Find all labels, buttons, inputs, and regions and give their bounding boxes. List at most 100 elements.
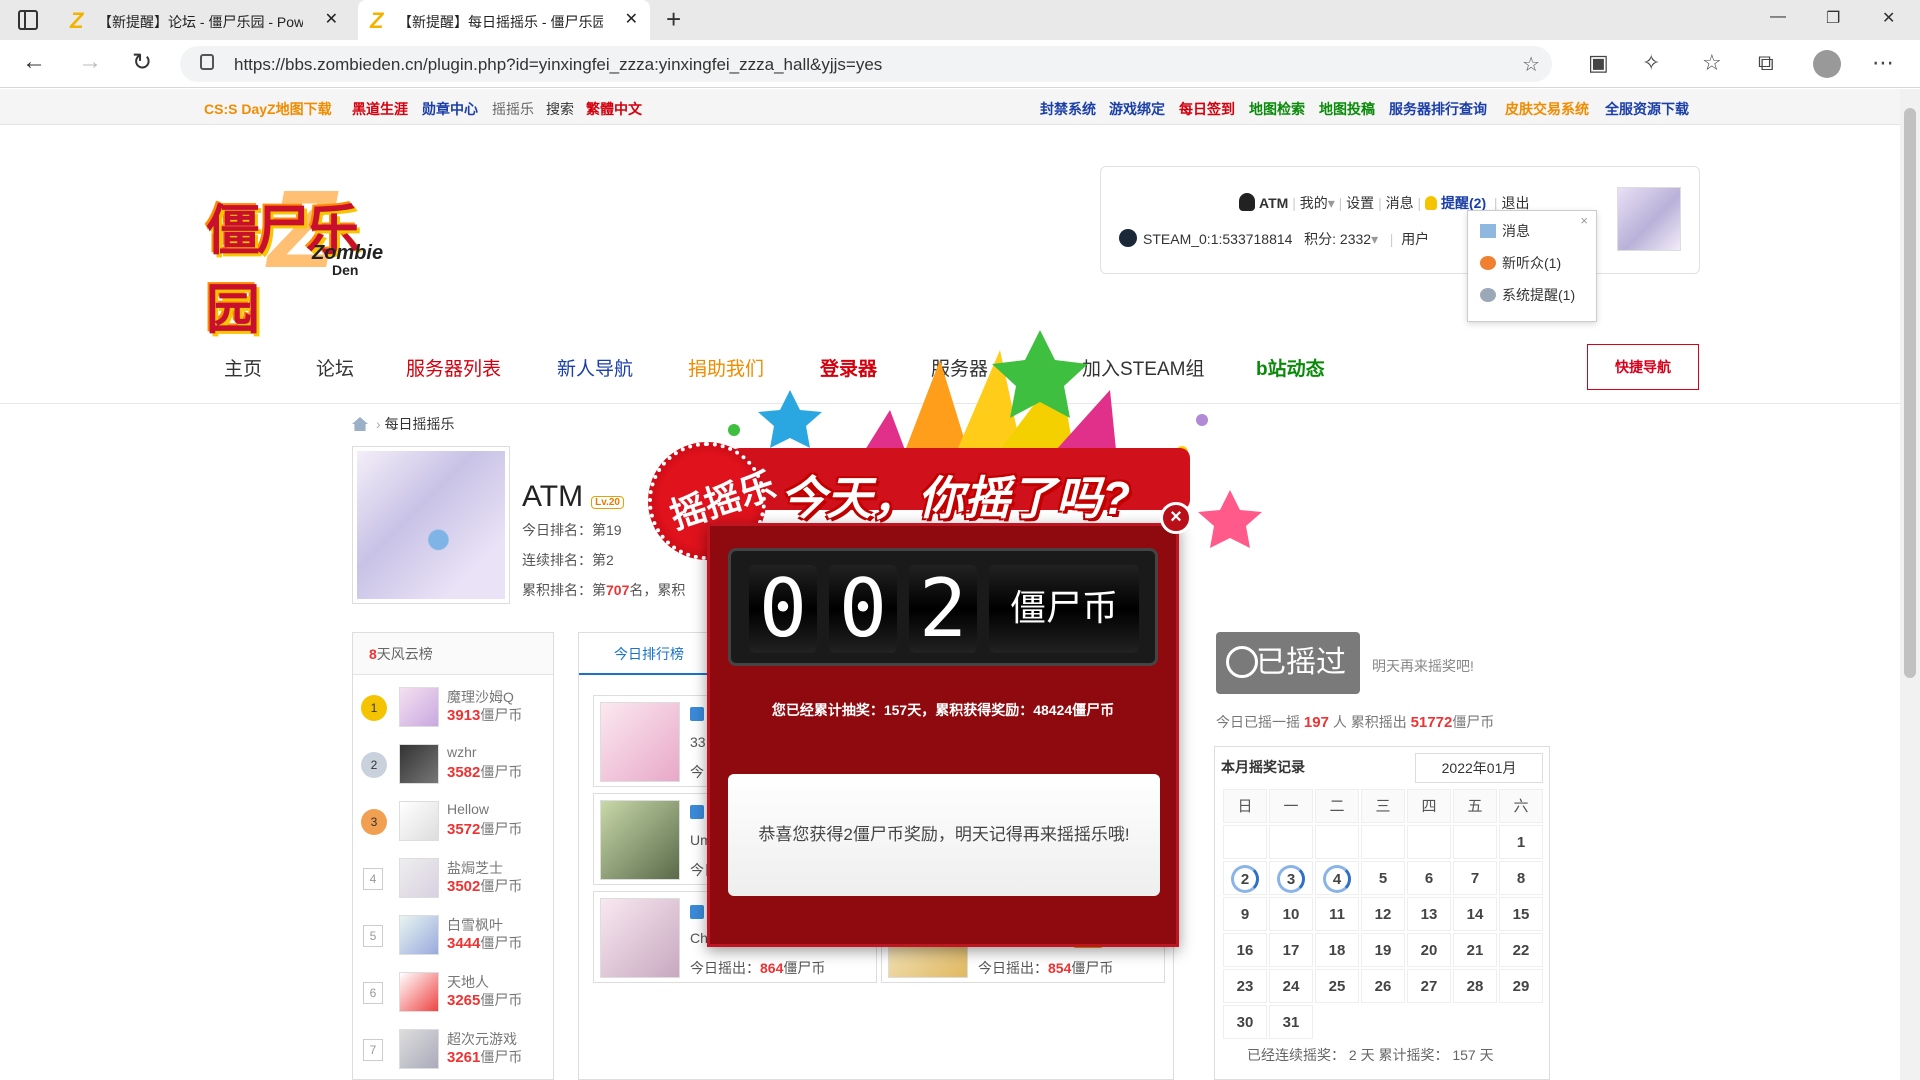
dropdown-close-icon[interactable]: × [1580,213,1588,228]
card-thumbnail[interactable] [600,800,680,880]
reminders-link[interactable]: 提醒(2) [1441,195,1486,211]
nav-home[interactable]: 主页 [224,354,262,381]
ranking-name[interactable]: 天地人 [447,972,489,992]
nav-server[interactable]: 服务器 [931,354,988,381]
new-tab-icon[interactable]: + [666,4,681,35]
home-icon[interactable] [352,417,368,431]
top-link-shake[interactable]: 摇摇乐 [492,99,534,119]
user-avatar[interactable] [1617,187,1681,251]
back-icon[interactable]: ← [22,48,46,76]
minimize-icon[interactable]: — [1770,8,1786,26]
card-name[interactable]: 33 [690,734,706,750]
more-menu-icon[interactable]: ⋯ [1872,50,1894,76]
top-link-ban[interactable]: 封禁系统 [1040,99,1096,119]
nav-server-list[interactable]: 服务器列表 [406,354,501,381]
tab-collections-icon[interactable]: ⧉ [1758,50,1774,76]
ranking-name[interactable]: 盐焗芝士 [447,858,503,878]
page-scrollbar-thumb[interactable] [1904,108,1916,678]
calendar-weekday: 六 [1499,789,1543,823]
ranking-name[interactable]: 超次元游戏 [447,1029,517,1049]
nav-steam-group[interactable]: 加入STEAM组 [1082,354,1204,381]
top-link-bind[interactable]: 游戏绑定 [1109,99,1165,119]
ranking-row[interactable]: 6 天地人 3265僵尸币 [353,966,553,1022]
card-rank [690,706,708,722]
nav-donate[interactable]: 捐助我们 [688,354,764,381]
favorites-icon[interactable]: ☆ [1702,50,1722,76]
top-link-resources[interactable]: 全服资源下载 [1605,99,1689,119]
card-thumbnail[interactable] [600,898,680,978]
calendar-day: 6 [1407,861,1451,895]
tab-actions-icon[interactable] [18,10,38,30]
extensions-icon[interactable]: ✧ [1642,50,1660,76]
logout-link[interactable]: 退出 [1501,195,1529,211]
ranking-row[interactable]: 1 魔理沙姆Q 3913僵尸币 [353,681,553,737]
dropdown-item-followers[interactable]: 新听众(1) [1480,253,1561,273]
logo-cn: 僵尸乐园 [206,201,360,340]
browser-tab-shake[interactable]: Z 【新提醒】每日摇摇乐 - 僵尸乐园 ✕ [358,0,650,40]
popup-close-button[interactable]: × [1160,502,1192,534]
top-link-map-submit[interactable]: 地图投稿 [1319,99,1375,119]
user-thumbnail[interactable] [399,858,439,898]
reload-icon[interactable]: ↻ [132,48,152,77]
browser-tab-forum[interactable]: Z 【新提醒】论坛 - 僵尸乐园 - Pow ✕ [58,0,350,40]
nav-newbie-guide[interactable]: 新人导航 [557,354,633,381]
dropdown-item-messages[interactable]: 消息 [1480,221,1530,241]
top-link-map-search[interactable]: 地图检索 [1249,99,1305,119]
close-window-icon[interactable]: ✕ [1882,8,1895,28]
user-thumbnail[interactable] [399,972,439,1012]
tab-close-icon[interactable]: ✕ [625,9,638,29]
card-coins: 今 [690,764,704,780]
add-favorite-icon[interactable]: ☆ [1522,52,1540,77]
ranking-row[interactable]: 4 盐焗芝士 3502僵尸币 [353,852,553,908]
ranking-name[interactable]: wzhr [447,744,477,760]
calendar-month[interactable]: 2022年01月 [1415,753,1543,783]
username-link[interactable]: ATM [1259,195,1288,211]
tab-today-ranking[interactable]: 今日排行榜 [579,633,719,675]
forward-icon[interactable]: → [78,48,102,76]
ranking-name[interactable]: Hellow [447,801,489,817]
ranking-row[interactable]: 2 wzhr 3582僵尸币 [353,738,553,794]
user-thumbnail[interactable] [399,801,439,841]
top-link-search[interactable]: 搜索 [546,99,574,119]
ranking-row[interactable]: 3 Hellow 3572僵尸币 [353,795,553,851]
top-link-medal[interactable]: 勋章中心 [422,99,478,119]
top-link-dayz[interactable]: CS:S DayZ地图下载 [204,99,332,119]
ranking-row[interactable]: 7 超次元游戏 3261僵尸币 [353,1023,553,1079]
shake-result-popup: 0 0 2 僵尸币 您已经累计抽奖：157天，累积获得奖励：48424僵尸币 恭… [707,523,1179,947]
popup-total-stats: 您已经累计抽奖：157天，累积获得奖励：48424僵尸币 [771,702,1115,718]
nav-launcher[interactable]: 登录器 [820,354,877,381]
settings-link[interactable]: 设置 [1346,195,1374,211]
top-link-traditional[interactable]: 繁體中文 [586,99,642,119]
user-thumbnail[interactable] [399,915,439,955]
quick-nav-button[interactable]: 快捷导航 [1587,344,1699,390]
calendar-day: 20 [1407,933,1451,967]
restore-icon[interactable]: ❐ [1826,8,1840,28]
messages-link[interactable]: 消息 [1386,195,1414,211]
card-rank [690,804,708,820]
user-thumbnail[interactable] [399,687,439,727]
top-link-skin-trade[interactable]: 皮肤交易系统 [1505,99,1589,119]
ranking-name[interactable]: 魔理沙姆Q [447,687,514,707]
dropdown-item-system[interactable]: 系统提醒(1) [1480,285,1575,305]
month-record-calendar: 本月摇奖记录 2022年01月 日一二三四五六 1 2 3 4 5 6 7 8 9 10 11 12 13… [1214,746,1550,1080]
ranking-row[interactable]: 5 白雪枫叶 3444僵尸币 [353,909,553,965]
card-thumbnail[interactable] [600,702,680,782]
user-group[interactable]: 用户 [1401,231,1429,247]
tab-close-icon[interactable]: ✕ [325,9,338,29]
url-field[interactable]: https://bbs.zombieden.cn/plugin.php?id=y… [180,46,1552,82]
nav-bilibili[interactable]: b站动态 [1256,354,1325,381]
user-thumbnail[interactable] [399,1029,439,1069]
user-thumbnail[interactable] [399,744,439,784]
gear-icon [1480,288,1496,302]
my-menu[interactable]: 我的 [1300,195,1328,211]
collections-icon[interactable]: ▣ [1588,50,1609,76]
top-link-gang[interactable]: 黑道生涯 [352,99,408,119]
site-logo[interactable]: Z 僵尸乐园 Zombie Den [200,166,400,340]
nav-forum[interactable]: 论坛 [316,354,354,381]
already-shaken-button[interactable]: 已摇过 [1216,632,1360,694]
top-link-checkin[interactable]: 每日签到 [1179,99,1235,119]
points-menu[interactable]: 积分: 2332 [1304,231,1371,247]
profile-avatar-icon[interactable] [1813,50,1841,78]
ranking-name[interactable]: 白雪枫叶 [447,915,503,935]
top-link-server-rank[interactable]: 服务器排行查询 [1389,99,1487,119]
